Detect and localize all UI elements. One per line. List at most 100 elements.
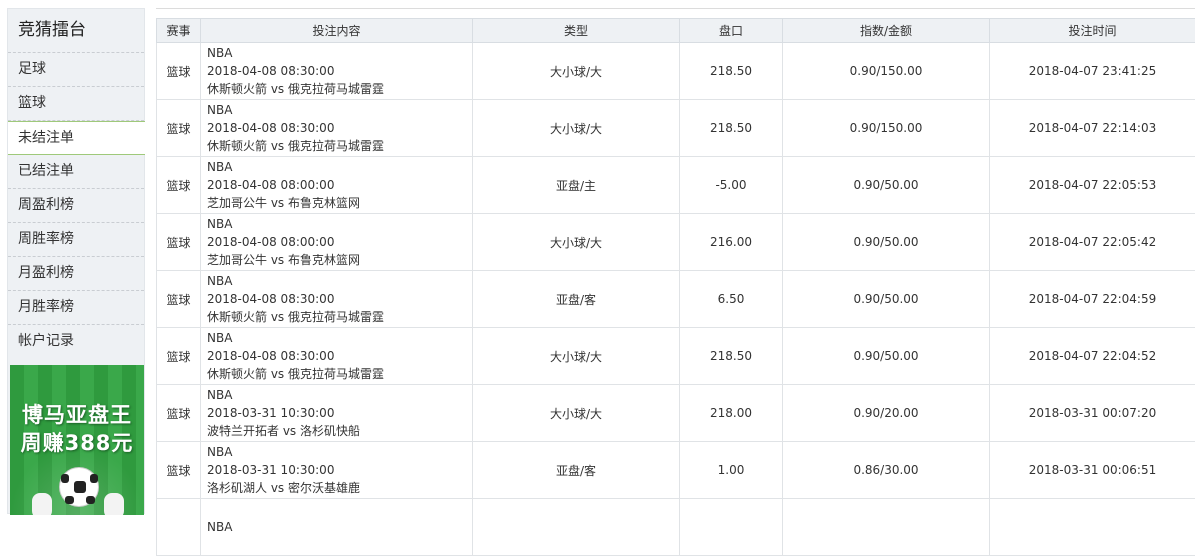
match-time: 2018-03-31 10:30:00 [207, 461, 472, 479]
table-row: 篮球NBA2018-04-08 08:30:00休斯顿火箭 vs 俄克拉荷马城雷… [157, 43, 1195, 100]
match-teams: 休斯顿火箭 vs 俄克拉荷马城雷霆 [207, 308, 472, 326]
cell-sport: 篮球 [157, 442, 201, 499]
bets-table: 赛事 投注内容 类型 盘口 指数/金额 投注时间 篮球NBA2018-04-08… [156, 18, 1195, 556]
cell-line: -5.00 [680, 157, 783, 214]
match-time: 2018-04-08 08:00:00 [207, 233, 472, 251]
cell-odds-amount: 0.90/50.00 [783, 328, 990, 385]
league-label: NBA [207, 272, 472, 290]
divider [156, 8, 1195, 9]
match-time: 2018-04-08 08:30:00 [207, 119, 472, 137]
cell-bet-time: 2018-04-07 22:04:59 [990, 271, 1195, 328]
ad-banner[interactable]: 博马亚盘王 周赚388元 [10, 365, 144, 515]
cell-line: 218.00 [680, 385, 783, 442]
cell-bet-content: NBA [201, 499, 473, 556]
cell-sport: 篮球 [157, 271, 201, 328]
match-time: 2018-04-08 08:30:00 [207, 290, 472, 308]
cell-type: 亚盘/客 [473, 271, 680, 328]
header-odds-amount: 指数/金额 [783, 19, 990, 43]
sidebar-item-football[interactable]: 足球 [8, 53, 144, 87]
table-row: 篮球NBA2018-03-31 10:30:00洛杉矶湖人 vs 密尔沃基雄鹿亚… [157, 442, 1195, 499]
league-label: NBA [207, 329, 472, 347]
cell-odds-amount: 0.90/20.00 [783, 385, 990, 442]
cell-bet-time: 2018-04-07 23:41:25 [990, 43, 1195, 100]
cell-bet-time: 2018-04-07 22:05:42 [990, 214, 1195, 271]
table-row: 篮球NBA2018-04-08 08:30:00休斯顿火箭 vs 俄克拉荷马城雷… [157, 100, 1195, 157]
cell-bet-time: 2018-04-07 22:04:52 [990, 328, 1195, 385]
cell-line: 1.00 [680, 442, 783, 499]
sidebar: 竞猜擂台 足球 篮球 未结注单 已结注单 周盈利榜 周胜率榜 月盈利榜 月胜率榜… [7, 8, 145, 514]
header-type: 类型 [473, 19, 680, 43]
cell-line [680, 499, 783, 556]
league-label: NBA [207, 215, 472, 233]
cell-line: 218.50 [680, 328, 783, 385]
cell-odds-amount: 0.90/50.00 [783, 157, 990, 214]
league-label: NBA [207, 101, 472, 119]
sidebar-item-weekly-profit[interactable]: 周盈利榜 [8, 189, 144, 223]
sidebar-item-weekly-winrate[interactable]: 周胜率榜 [8, 223, 144, 257]
match-teams: 休斯顿火箭 vs 俄克拉荷马城雷霆 [207, 137, 472, 155]
match-time: 2018-04-08 08:30:00 [207, 347, 472, 365]
table-row: 篮球NBA2018-04-08 08:00:00芝加哥公牛 vs 布鲁克林篮网大… [157, 214, 1195, 271]
league-label: NBA [207, 158, 472, 176]
cell-bet-content: NBA2018-04-08 08:30:00休斯顿火箭 vs 俄克拉荷马城雷霆 [201, 271, 473, 328]
cell-bet-content: NBA2018-04-08 08:00:00芝加哥公牛 vs 布鲁克林篮网 [201, 214, 473, 271]
header-event: 赛事 [157, 19, 201, 43]
cell-type [473, 499, 680, 556]
shoe-icon [104, 493, 124, 515]
header-line: 盘口 [680, 19, 783, 43]
league-label: NBA [207, 443, 472, 461]
cell-odds-amount [783, 499, 990, 556]
cell-bet-content: NBA2018-04-08 08:30:00休斯顿火箭 vs 俄克拉荷马城雷霆 [201, 100, 473, 157]
cell-bet-content: NBA2018-04-08 08:30:00休斯顿火箭 vs 俄克拉荷马城雷霆 [201, 328, 473, 385]
cell-bet-content: NBA2018-04-08 08:00:00芝加哥公牛 vs 布鲁克林篮网 [201, 157, 473, 214]
cell-bet-time: 2018-03-31 00:07:20 [990, 385, 1195, 442]
cell-odds-amount: 0.90/50.00 [783, 271, 990, 328]
cell-sport: 篮球 [157, 385, 201, 442]
cell-line: 218.50 [680, 100, 783, 157]
cell-line: 6.50 [680, 271, 783, 328]
table-row: 篮球NBA2018-04-08 08:00:00芝加哥公牛 vs 布鲁克林篮网亚… [157, 157, 1195, 214]
cell-line: 216.00 [680, 214, 783, 271]
header-bet-time: 投注时间 [990, 19, 1195, 43]
cell-sport: 篮球 [157, 214, 201, 271]
match-teams: 波特兰开拓者 vs 洛杉矶快船 [207, 422, 472, 440]
league-label: NBA [207, 518, 472, 536]
cell-type: 大小球/大 [473, 385, 680, 442]
sidebar-item-monthly-winrate[interactable]: 月胜率榜 [8, 291, 144, 325]
cell-odds-amount: 0.90/150.00 [783, 100, 990, 157]
cell-bet-content: NBA2018-03-31 10:30:00洛杉矶湖人 vs 密尔沃基雄鹿 [201, 442, 473, 499]
table-row: 篮球NBA2018-04-08 08:30:00休斯顿火箭 vs 俄克拉荷马城雷… [157, 271, 1195, 328]
sidebar-item-open-bets[interactable]: 未结注单 [8, 121, 145, 155]
table-row: NBA [157, 499, 1195, 556]
shoe-icon [32, 493, 52, 515]
sidebar-item-basketball[interactable]: 篮球 [8, 87, 144, 121]
sidebar-item-settled-bets[interactable]: 已结注单 [8, 155, 144, 189]
sidebar-item-account-records[interactable]: 帐户记录 [8, 325, 144, 359]
cell-type: 亚盘/客 [473, 442, 680, 499]
table-header-row: 赛事 投注内容 类型 盘口 指数/金额 投注时间 [157, 19, 1195, 43]
match-time: 2018-04-08 08:30:00 [207, 62, 472, 80]
cell-bet-content: NBA2018-04-08 08:30:00休斯顿火箭 vs 俄克拉荷马城雷霆 [201, 43, 473, 100]
cell-odds-amount: 0.90/150.00 [783, 43, 990, 100]
match-teams: 洛杉矶湖人 vs 密尔沃基雄鹿 [207, 479, 472, 497]
main-content: 赛事 投注内容 类型 盘口 指数/金额 投注时间 篮球NBA2018-04-08… [156, 8, 1195, 514]
sidebar-title: 竞猜擂台 [8, 9, 144, 53]
cell-type: 大小球/大 [473, 100, 680, 157]
cell-type: 亚盘/主 [473, 157, 680, 214]
soccer-ball-icon [59, 467, 99, 507]
cell-odds-amount: 0.86/30.00 [783, 442, 990, 499]
match-teams: 芝加哥公牛 vs 布鲁克林篮网 [207, 194, 472, 212]
match-time: 2018-03-31 10:30:00 [207, 404, 472, 422]
ad-subline: 周赚388元 [10, 427, 144, 457]
cell-bet-time [990, 499, 1195, 556]
table-row: 篮球NBA2018-03-31 10:30:00波特兰开拓者 vs 洛杉矶快船大… [157, 385, 1195, 442]
ad-headline: 博马亚盘王 [10, 399, 144, 429]
cell-odds-amount: 0.90/50.00 [783, 214, 990, 271]
sidebar-item-monthly-profit[interactable]: 月盈利榜 [8, 257, 144, 291]
league-label: NBA [207, 44, 472, 62]
cell-bet-time: 2018-04-07 22:05:53 [990, 157, 1195, 214]
cell-type: 大小球/大 [473, 43, 680, 100]
match-teams: 休斯顿火箭 vs 俄克拉荷马城雷霆 [207, 365, 472, 383]
match-teams: 芝加哥公牛 vs 布鲁克林篮网 [207, 251, 472, 269]
header-bet-content: 投注内容 [201, 19, 473, 43]
